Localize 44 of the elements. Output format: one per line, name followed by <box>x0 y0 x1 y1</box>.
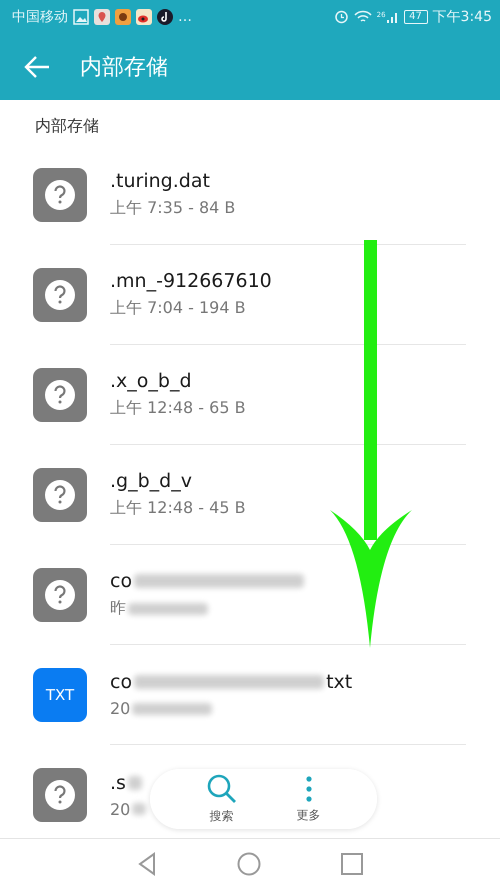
file-name: .s <box>110 772 126 794</box>
file-details: 上午 7:04 - 194 B <box>110 298 246 319</box>
file-name: .mn_-912667610 <box>110 270 272 292</box>
search-icon <box>206 774 236 804</box>
section-header: 内部存储 <box>34 115 99 137</box>
clock-time: 下午3:45 <box>432 8 492 26</box>
file-name: txt <box>326 671 352 693</box>
music-note-icon <box>157 8 173 24</box>
file-details: 昨 <box>110 598 126 619</box>
text-file-icon: TXT <box>33 668 87 722</box>
carrier-name: 中国移动 <box>12 8 68 26</box>
file-name: .g_b_d_v <box>110 470 192 492</box>
file-details: 上午 7:35 - 84 B <box>110 198 236 219</box>
file-details: 上午 12:48 - 65 B <box>110 398 246 419</box>
file-name: co <box>110 671 132 693</box>
signal-icon <box>386 10 399 22</box>
wifi-icon <box>354 10 372 24</box>
battery-level: 47 <box>404 10 428 24</box>
back-nav-button[interactable] <box>137 852 157 876</box>
alarm-icon <box>334 9 349 24</box>
map-pin-icon <box>94 8 110 24</box>
file-name: co <box>110 570 132 592</box>
file-details: 20 <box>110 699 130 718</box>
image-icon <box>73 8 89 24</box>
unknown-file-icon <box>33 768 87 822</box>
unknown-file-icon <box>33 268 87 322</box>
more-notifications: … <box>178 8 192 24</box>
file-details: 20 <box>110 800 130 818</box>
more-button[interactable]: 更多 <box>296 774 320 824</box>
blurred-text <box>132 803 146 815</box>
file-name: .x_o_b_d <box>110 370 192 392</box>
recents-nav-button[interactable] <box>341 853 363 875</box>
file-details: 上午 12:48 - 45 B <box>110 498 246 519</box>
home-nav-button[interactable] <box>237 852 261 876</box>
page-title: 内部存储 <box>80 54 168 82</box>
unknown-file-icon <box>33 568 87 622</box>
unknown-file-icon <box>33 468 87 522</box>
unknown-file-icon <box>33 368 87 422</box>
search-button[interactable]: 搜索 <box>206 774 236 824</box>
app-icon <box>115 8 131 24</box>
more-icon <box>304 774 312 802</box>
file-name: .turing.dat <box>110 170 210 192</box>
back-button[interactable] <box>24 56 50 78</box>
unknown-file-icon <box>33 168 87 222</box>
